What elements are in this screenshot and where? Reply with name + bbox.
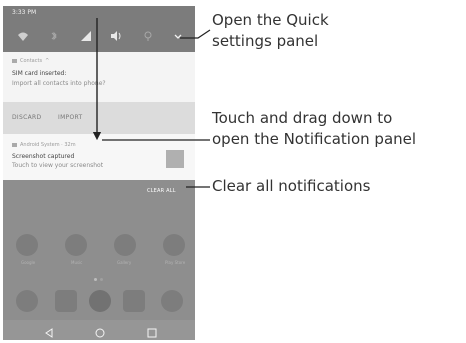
status-time: 3:33 PM	[12, 9, 37, 16]
notification-app-line: Android System · 32m	[12, 142, 76, 148]
notification-body: Touch to view your screenshot	[12, 162, 104, 169]
screenshot-thumbnail	[166, 150, 184, 168]
wifi-icon[interactable]	[17, 30, 29, 42]
chevron-up-icon: ^	[45, 58, 50, 64]
notification-app-name: Contacts	[20, 58, 43, 64]
callout-line: Open the Quick	[212, 11, 329, 29]
location-icon[interactable]	[142, 30, 154, 42]
import-button[interactable]: IMPORT	[58, 114, 83, 121]
app-label: Play Store	[165, 260, 186, 265]
notification-contacts[interactable]: Contacts ^ SIM card inserted: Import all…	[3, 52, 195, 134]
signal-icon[interactable]	[80, 30, 92, 42]
notification-screenshot[interactable]: Android System · 32m Screenshot captured…	[3, 134, 195, 180]
dock-icon-messages[interactable]	[55, 290, 77, 312]
contacts-icon	[12, 59, 17, 63]
discard-button[interactable]: DISCARD	[12, 114, 41, 121]
phone-screen: 3:33 PM Contacts ^ SIM card inserted: Im…	[3, 6, 195, 340]
notification-title: Screenshot captured	[12, 153, 75, 160]
callout-line: settings panel	[212, 32, 319, 50]
dock-icon-browser[interactable]	[161, 290, 183, 312]
dock-icon-camera[interactable]	[123, 290, 145, 312]
home-icon[interactable]	[94, 324, 106, 338]
navigation-bar	[3, 320, 195, 340]
app-label: Gallery	[117, 260, 132, 265]
recents-icon[interactable]	[146, 324, 158, 338]
app-icon-play-store[interactable]	[163, 234, 185, 256]
app-label: Music	[71, 260, 83, 265]
volume-icon[interactable]	[110, 30, 122, 42]
quick-settings-row[interactable]	[3, 20, 195, 52]
image-icon	[12, 143, 17, 147]
notification-app-line: Contacts ^	[12, 58, 49, 64]
dock-icon-phone[interactable]	[16, 290, 38, 312]
callout-clear-all: Clear all notifications	[212, 177, 371, 195]
callout-line: open the Notification panel	[212, 130, 417, 148]
app-icon-music[interactable]	[65, 234, 87, 256]
notification-title: SIM card inserted:	[12, 70, 67, 77]
app-label: Google	[21, 260, 36, 265]
status-bar: 3:33 PM	[3, 6, 195, 20]
bluetooth-icon[interactable]	[48, 30, 60, 42]
callout-notification-panel: Touch and drag down to open the Notifica…	[212, 108, 416, 150]
clear-all-button[interactable]: CLEAR ALL	[147, 188, 176, 194]
page-indicator	[94, 278, 104, 281]
app-drawer-icon[interactable]	[89, 290, 111, 312]
app-icon-gallery[interactable]	[114, 234, 136, 256]
expand-chevron-icon[interactable]	[172, 30, 184, 42]
callout-line: Touch and drag down to	[212, 109, 393, 127]
notification-body: Import all contacts into phone?	[12, 80, 106, 87]
back-icon[interactable]	[43, 324, 55, 338]
app-icon-google[interactable]	[16, 234, 38, 256]
notification-actions: DISCARD IMPORT	[3, 102, 195, 134]
callout-quick-settings: Open the Quick settings panel	[212, 10, 329, 52]
notification-app-name: Android System · 32m	[20, 142, 76, 148]
